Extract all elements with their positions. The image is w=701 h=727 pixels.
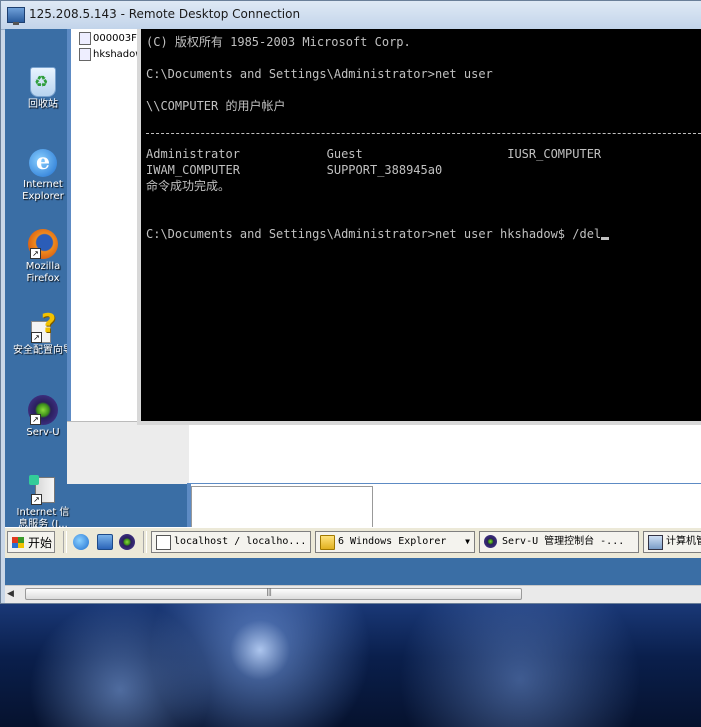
shortcut-arrow-icon [30, 248, 41, 259]
computer-icon [648, 535, 663, 550]
taskbar-button-serv-u-console[interactable]: Serv-U 管理控制台 -... [479, 531, 639, 553]
remote-desktop-area: 回收站 Internet Explorer Mozilla Firefox 安全… [5, 29, 701, 585]
folder-icon [320, 535, 335, 550]
firefox-icon [28, 229, 58, 259]
cmd-output-line: \\COMPUTER 的用户帐户 [146, 99, 286, 113]
file-name: hkshadow [93, 49, 143, 60]
shortcut-arrow-icon [30, 414, 41, 425]
internet-explorer-icon [29, 149, 57, 177]
taskbar-button-label: 6 Windows Explorer [338, 536, 447, 547]
taskbar-button-label: 计算机管 [666, 536, 701, 547]
desktop-icon-recycle-bin[interactable]: 回收站 [13, 67, 73, 111]
text-cursor [601, 237, 610, 240]
remote-desktop-window: 125.208.5.143 - Remote Desktop Connectio… [0, 0, 701, 604]
file-icon [79, 47, 91, 61]
cmd-copyright-line: (C) 版权所有 1985-2003 Microsoft Corp. [146, 35, 411, 49]
quicklaunch-ie-icon[interactable] [73, 534, 89, 550]
horizontal-scrollbar[interactable]: ◀ [5, 585, 701, 603]
start-label: 开始 [28, 536, 53, 550]
quicklaunch-show-desktop-icon[interactable] [97, 534, 113, 550]
scroll-left-arrow-icon[interactable]: ◀ [7, 589, 14, 599]
file-name: 000003F0 [93, 33, 143, 44]
cmd-output-line: IWAM_COMPUTER SUPPORT_388945a0 [146, 163, 443, 177]
rdp-titlebar[interactable]: 125.208.5.143 - Remote Desktop Connectio… [1, 1, 701, 30]
webpage-icon [156, 535, 171, 550]
cmd-separator [146, 133, 701, 134]
command-prompt-window[interactable]: (C) 版权所有 1985-2003 Microsoft Corp. C:\Do… [137, 29, 701, 425]
cmd-prompt-line: C:\Documents and Settings\Administrator>… [146, 67, 493, 81]
file-list: 000003F0 hkshadow [79, 31, 143, 63]
list-item[interactable]: hkshadow [79, 47, 143, 63]
cmd-input-line[interactable]: C:\Documents and Settings\Administrator>… [146, 227, 610, 241]
taskbar-button-windows-explorer[interactable]: 6 Windows Explorer ▼ [315, 531, 475, 553]
remote-desktop-icon [7, 7, 25, 25]
cmd-output-line: 命令成功完成。 [146, 179, 231, 193]
windows-logo-icon [12, 537, 24, 548]
taskbar-button-computer-management[interactable]: 计算机管 [643, 531, 701, 553]
taskbar-separator [143, 531, 147, 553]
dropdown-arrow-icon: ▼ [465, 537, 470, 546]
file-icon [79, 31, 91, 45]
shortcut-arrow-icon [31, 332, 42, 343]
desktop-icon-label: Internet Explorer [22, 179, 64, 202]
desktop-icon-label: 回收站 [28, 99, 58, 110]
taskbar-button-localhost[interactable]: localhost / localho... [151, 531, 311, 553]
desktop-icon-iis[interactable]: Internet 信息服务 (I... [13, 475, 73, 531]
quicklaunch-serv-u-icon[interactable] [119, 534, 135, 550]
desktop-icon-label: 安全配置向导 [13, 345, 73, 356]
desktop-icon-firefox[interactable]: Mozilla Firefox [13, 229, 73, 285]
start-button[interactable]: 开始 [7, 531, 55, 553]
desktop-icon-label: Serv-U [26, 427, 60, 438]
desktop-icon-internet-explorer[interactable]: Internet Explorer [13, 149, 73, 203]
cmd-current-command: C:\Documents and Settings\Administrator>… [146, 227, 602, 241]
window-title: 125.208.5.143 - Remote Desktop Connectio… [29, 7, 301, 21]
desktop-icon-label: Mozilla Firefox [25, 261, 61, 284]
iis-server-icon [29, 475, 57, 505]
taskbar: 开始 localhost / localho... 6 Windows Expl… [5, 527, 701, 558]
list-item[interactable]: 000003F0 [79, 31, 143, 47]
desktop-icon-serv-u[interactable]: Serv-U [13, 395, 73, 439]
taskbar-separator [63, 531, 67, 553]
serv-u-icon [28, 395, 58, 425]
desktop-icon-security-wizard[interactable]: 安全配置向导 [13, 309, 73, 357]
serv-u-icon [484, 535, 497, 548]
taskbar-button-label: Serv-U 管理控制台 -... [502, 536, 625, 547]
host-desktop-wallpaper [0, 600, 701, 727]
shortcut-arrow-icon [31, 494, 42, 505]
recycle-bin-icon [30, 67, 56, 97]
scrollbar-thumb[interactable] [25, 587, 522, 600]
explorer-status-area [67, 421, 189, 484]
taskbar-button-label: localhost / localho... [174, 536, 307, 547]
cmd-output-line: Administrator Guest IUSR_COMPUTER [146, 147, 602, 161]
security-wizard-icon [29, 309, 57, 343]
